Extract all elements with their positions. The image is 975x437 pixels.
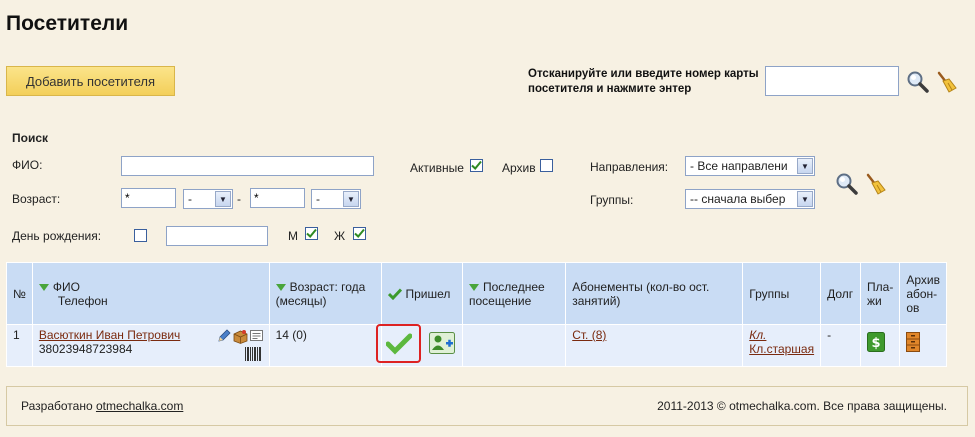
age-from-unit-select[interactable]: - ▼ — [183, 189, 233, 209]
age-to-unit-select[interactable]: - ▼ — [311, 189, 361, 209]
table-row: 1 Васюткин Иван Петрович 38023948723984 … — [6, 324, 947, 367]
row-payments-cell: $ — [860, 324, 901, 367]
age-from-input[interactable] — [121, 188, 176, 208]
visitor-name-link[interactable]: Васюткин Иван Петрович — [39, 328, 180, 342]
birthday-checkbox[interactable] — [134, 229, 147, 242]
row-age: 14 (0) — [268, 324, 383, 367]
chevron-down-icon: ▼ — [343, 191, 359, 207]
checkmark-icon — [388, 288, 403, 301]
active-label: Активные — [410, 161, 464, 175]
age-label: Возраст: — [12, 192, 61, 206]
row-archive-cell — [899, 324, 947, 367]
female-checkbox[interactable] — [353, 227, 366, 240]
search-title: Поиск — [12, 131, 49, 145]
footer-copyright: 2011-2013 © otmechalka.com. Все права за… — [657, 399, 947, 413]
scan-instructions-line1: Отсканируйте или введите номер карты — [528, 68, 759, 80]
add-visitor-button[interactable]: Добавить посетителя — [6, 66, 175, 96]
age-to-input[interactable] — [250, 188, 305, 208]
scan-instructions: Отсканируйте или введите номер карты пос… — [528, 67, 764, 97]
column-header-debt: Долг — [820, 262, 862, 325]
groups-select[interactable]: -- сначала выбер ▼ — [685, 189, 815, 209]
row-num: 1 — [6, 324, 33, 367]
row-subscriptions-cell: Ст. (8) — [565, 324, 744, 367]
sort-arrow-icon — [469, 283, 479, 291]
svg-text:$: $ — [872, 336, 881, 351]
footer-left: Разработано otmechalka.com — [21, 399, 183, 413]
group-link[interactable]: Кл.старшая — [749, 342, 814, 356]
row-groups-cell: Кл. Кл.старшая — [742, 324, 822, 367]
sort-arrow-icon — [275, 283, 286, 291]
table-header-row: № ФИО Телефон Возраст: года (месяцы) При… — [6, 262, 947, 325]
footer-developed-by: Разработано — [21, 399, 96, 413]
visitors-table: № ФИО Телефон Возраст: года (месяцы) При… — [6, 262, 947, 367]
edit-pencil-icon[interactable] — [217, 329, 231, 343]
row-last-visit — [461, 324, 567, 367]
column-header-came[interactable]: Пришел — [381, 262, 463, 325]
archive-checkbox[interactable] — [540, 159, 553, 172]
column-header-groups: Группы — [742, 262, 822, 325]
male-checkbox[interactable] — [305, 227, 318, 240]
column-header-last-visit[interactable]: Последнее посещение — [461, 262, 567, 325]
search-icon[interactable] — [835, 172, 859, 196]
package-box-icon[interactable] — [233, 329, 248, 344]
page-title: Посетители — [6, 12, 129, 35]
directions-value: - Все направлени — [690, 159, 788, 173]
directions-label: Направления: — [590, 160, 669, 174]
dollar-payment-icon[interactable]: $ — [867, 332, 886, 352]
footer-site-link[interactable]: otmechalka.com — [96, 399, 183, 413]
chevron-down-icon: ▼ — [215, 191, 231, 207]
footer: Разработано otmechalka.com 2011-2013 © o… — [6, 386, 968, 426]
column-header-fio[interactable]: ФИО Телефон — [31, 262, 270, 325]
clear-broom-icon[interactable] — [934, 70, 958, 94]
age-from-unit-value: - — [188, 192, 192, 206]
checkmark-icon — [306, 228, 317, 238]
column-header-came-label: Пришел — [405, 286, 451, 301]
groups-value: -- сначала выбер — [690, 192, 786, 206]
visitor-phone: 38023948723984 — [38, 342, 133, 356]
active-checkbox[interactable] — [470, 159, 483, 172]
search-icon[interactable] — [906, 70, 930, 94]
column-header-num: № — [6, 262, 33, 325]
checkmark-icon — [471, 160, 482, 170]
archive-label: Архив — [502, 161, 536, 175]
fio-input[interactable] — [121, 156, 374, 176]
column-header-archive: Архив абон-ов — [899, 262, 947, 325]
chevron-down-icon: ▼ — [797, 158, 813, 174]
card-number-input[interactable] — [765, 66, 899, 96]
birthday-input[interactable] — [166, 226, 268, 246]
row-came-cell — [376, 324, 463, 367]
mark-attendance-button[interactable] — [376, 324, 422, 363]
groups-label: Группы: — [590, 193, 634, 207]
age-to-unit-value: - — [316, 192, 320, 206]
column-header-last-visit-label: Последнее посещение — [469, 279, 545, 308]
column-header-payments: Пла-жи — [860, 262, 901, 325]
birthday-label: День рождения: — [12, 229, 102, 243]
subscription-link[interactable]: Ст. (8) — [572, 328, 606, 342]
fio-label: ФИО: — [12, 158, 43, 172]
checkmark-icon — [354, 228, 365, 238]
row-fio-cell: Васюткин Иван Петрович 38023948723984 — [31, 324, 270, 367]
barcode-icon[interactable] — [244, 347, 261, 361]
female-label: Ж — [334, 229, 346, 243]
add-user-icon[interactable] — [429, 332, 456, 354]
male-label: М — [288, 229, 298, 243]
age-range-dash: - — [237, 192, 241, 206]
column-header-phone-label: Телефон — [57, 293, 108, 308]
chevron-down-icon: ▼ — [797, 191, 813, 207]
directions-select[interactable]: - Все направлени ▼ — [685, 156, 815, 176]
sort-arrow-icon — [38, 283, 49, 291]
group-link[interactable]: Кл. — [749, 328, 766, 342]
checkmark-icon — [385, 333, 412, 355]
clear-broom-icon[interactable] — [863, 172, 887, 196]
scan-instructions-line2: посетителя и нажмите энтер — [528, 83, 692, 95]
column-header-subscriptions: Абонементы (кол-во ост. занятий) — [565, 262, 744, 325]
column-header-age[interactable]: Возраст: года (месяцы) — [268, 262, 383, 325]
archive-cabinet-icon[interactable] — [906, 332, 921, 352]
row-debt: - — [820, 324, 862, 367]
column-header-fio-label: ФИО — [52, 279, 80, 294]
card-icon[interactable] — [249, 329, 263, 342]
column-header-age-label: Возраст: года (месяцы) — [275, 279, 366, 308]
